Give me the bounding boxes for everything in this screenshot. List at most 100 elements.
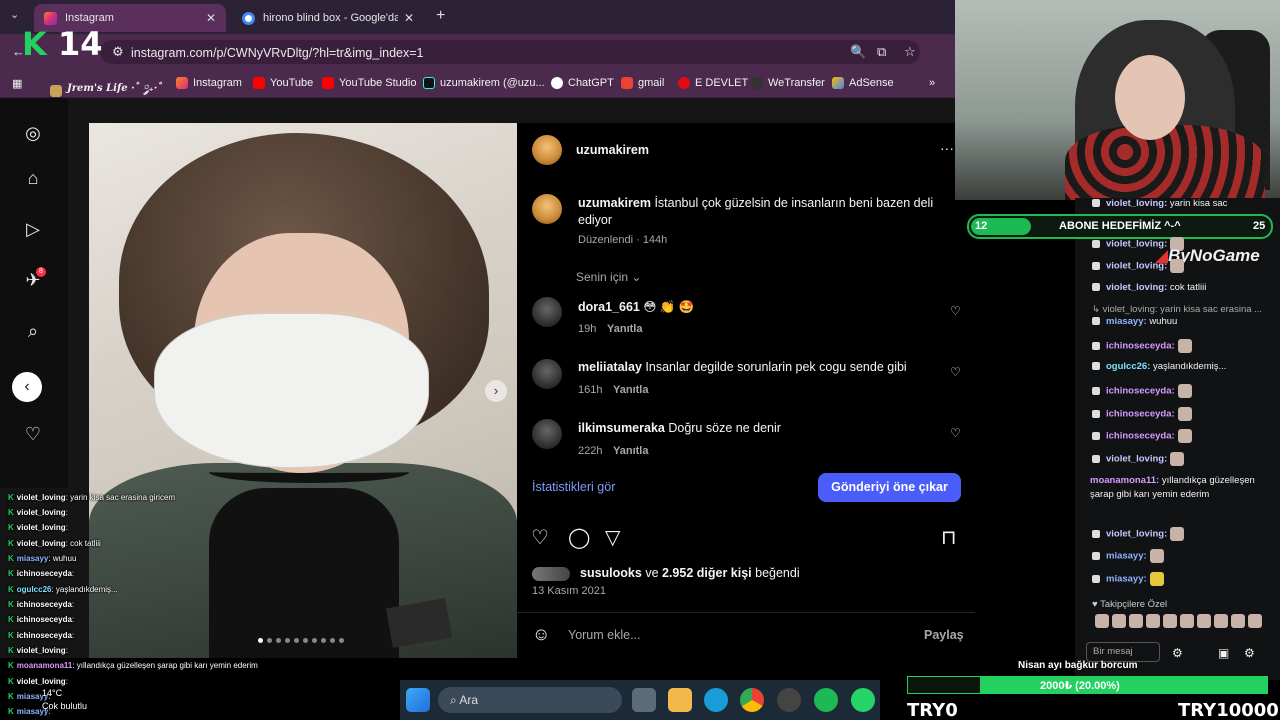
comment-avatar[interactable] [532, 297, 562, 327]
windows-start-icon[interactable] [406, 688, 430, 712]
more-bookmarks-icon[interactable]: » [929, 77, 935, 89]
taskbar-search-label: ⌕ Ara [450, 693, 479, 707]
boost-post-button[interactable]: Gönderiyi öne çıkar [818, 473, 961, 502]
bookmark-e-devlet[interactable]: E DEVLET [678, 77, 748, 89]
bookmark-wetransfer[interactable]: WeTransfer [751, 77, 825, 89]
overlay-chat-line: Kichinoseceyda: [8, 631, 75, 640]
url-text[interactable]: instagram.com/p/CWNyVRvDltg/?hl=tr&img_i… [131, 46, 423, 60]
e-devlet-icon [678, 77, 690, 89]
emote-icon[interactable] [1129, 614, 1143, 628]
overlay-chat-line: Kviolet_loving: [8, 646, 68, 655]
liker-avatars[interactable] [532, 566, 570, 581]
bookmark-tiktok[interactable]: uzumakirem (@uzu... [423, 77, 545, 89]
comment-username[interactable]: meliiatalay [578, 360, 642, 374]
comment-username[interactable]: ilkimsumeraka [578, 421, 665, 435]
chrome-icon[interactable] [740, 688, 764, 712]
emoji-smiley-icon[interactable]: ☺ [532, 624, 550, 645]
whatsapp-icon[interactable] [851, 688, 875, 712]
close-tab-icon[interactable]: ✕ [404, 11, 414, 25]
emote-icon[interactable] [1146, 614, 1160, 628]
home-icon[interactable]: ⌂ [22, 167, 44, 189]
chat-message-input[interactable]: Bir mesaj [1086, 642, 1160, 662]
comment-avatar[interactable] [532, 359, 562, 389]
emote-icon[interactable] [1163, 614, 1177, 628]
comment-bubble-icon[interactable]: ◯ [568, 525, 590, 550]
apps-grid-icon[interactable]: ▦ [12, 77, 22, 90]
youtube-studio-icon [322, 77, 334, 89]
carousel-dot [312, 638, 317, 643]
task-view-icon[interactable] [632, 688, 656, 712]
emote-icon[interactable] [1112, 614, 1126, 628]
obs-icon[interactable] [777, 688, 801, 712]
search-icon[interactable]: ⌕ [22, 320, 44, 342]
caption-username[interactable]: uzumakirem [578, 196, 651, 210]
edge-icon[interactable] [704, 688, 728, 712]
previous-post-arrow-icon[interactable]: ‹ [12, 372, 42, 402]
bookmark-gmail[interactable]: gmail [621, 77, 664, 89]
post-comment-button[interactable]: Paylaş [924, 628, 964, 642]
caption-avatar[interactable] [532, 194, 562, 224]
emote-icon[interactable] [1248, 614, 1262, 628]
emote-icon[interactable] [1180, 614, 1194, 628]
share-send-icon[interactable]: ▽ [605, 525, 620, 550]
save-bookmark-icon[interactable]: ⊓ [941, 525, 957, 550]
like-comment-heart-icon[interactable]: ♡ [950, 304, 961, 318]
author-avatar[interactable] [532, 135, 562, 165]
goal-label: ABONE HEDEFİMİZ ^-^ [1059, 220, 1181, 232]
bookmark-youtube[interactable]: YouTube [253, 77, 313, 89]
reels-icon[interactable]: ▷ [22, 218, 44, 240]
instagram-logo-icon[interactable]: ◎ [22, 122, 44, 144]
chat-store-icon[interactable]: ▣ [1218, 646, 1229, 660]
badge-icon [1092, 530, 1100, 538]
overlay-chat-line: Kogulcc26: yaşlandıkdemiş... [8, 585, 118, 594]
chat-gear-icon[interactable]: ⚙ [1244, 646, 1255, 660]
file-explorer-icon[interactable] [668, 688, 692, 712]
reply-button[interactable]: Yanıtla [613, 445, 648, 457]
like-comment-heart-icon[interactable]: ♡ [950, 426, 961, 440]
bookmark-youtube-studio[interactable]: YouTube Studio [322, 77, 416, 89]
bookmark-star-icon[interactable]: ☆ [904, 44, 916, 60]
reply-button[interactable]: Yanıtla [613, 384, 648, 396]
emote-icon[interactable] [1095, 614, 1109, 628]
view-insights-link[interactable]: İstatistikleri gör [532, 480, 615, 494]
emote-icon[interactable] [1197, 614, 1211, 628]
instagram-icon [176, 77, 188, 89]
reply-button[interactable]: Yanıtla [607, 323, 642, 335]
site-info-icon[interactable]: ⚙ [112, 44, 124, 60]
tab-google-search[interactable]: hirono blind box - Google'da A ✕ [232, 4, 424, 32]
overlay-chat-line: Kichinoseceyda: [8, 615, 75, 624]
chat-line: violet_loving: [1092, 527, 1185, 541]
liker-username[interactable]: susulooks [580, 566, 642, 580]
close-tab-icon[interactable]: ✕ [206, 11, 216, 25]
goal-target: 25 [1253, 220, 1266, 232]
chat-settings-gear-icon[interactable]: ⚙ [1172, 646, 1183, 660]
more-options-icon[interactable]: ··· [940, 140, 954, 156]
weather-label: Çok bulutlu [42, 701, 88, 711]
comment-avatar[interactable] [532, 419, 562, 449]
emote-icon[interactable] [1231, 614, 1245, 628]
comment-username[interactable]: dora1_661 [578, 300, 640, 314]
like-comment-heart-icon[interactable]: ♡ [950, 365, 961, 379]
bookmark-chatgpt[interactable]: ChatGPT [551, 77, 614, 89]
author-username[interactable]: uzumakirem [576, 143, 649, 157]
chat-line: miasayy: [1092, 549, 1164, 563]
likes-count[interactable]: 2.952 diğer kişi [662, 566, 752, 580]
tab-search-icon[interactable]: ⌄ [10, 8, 19, 21]
overlay-chat-line: Kviolet_loving: [8, 677, 68, 686]
comment-filter-dropdown[interactable]: Senin için ⌄ [576, 270, 641, 284]
badge-icon [1092, 240, 1100, 248]
bookmark-instagram[interactable]: Instagram [176, 77, 242, 89]
notifications-heart-icon[interactable]: ♡ [22, 423, 44, 445]
zoom-icon[interactable]: 🔍 [850, 44, 866, 60]
overlay-chat-line: Kichinoseceyda: [8, 600, 75, 609]
bookmark-adsense[interactable]: AdSense [832, 77, 894, 89]
install-app-icon[interactable]: ⧉ [877, 44, 886, 60]
comment-time: 161h [578, 384, 603, 396]
comment-input[interactable]: Yorum ekle... [568, 628, 641, 642]
like-heart-icon[interactable]: ♡ [531, 525, 549, 550]
new-tab-button[interactable]: + [436, 7, 445, 25]
emote-icon[interactable] [1214, 614, 1228, 628]
next-image-chevron-icon[interactable]: › [485, 380, 507, 402]
spotify-icon[interactable] [814, 688, 838, 712]
badge-icon [1092, 317, 1100, 326]
